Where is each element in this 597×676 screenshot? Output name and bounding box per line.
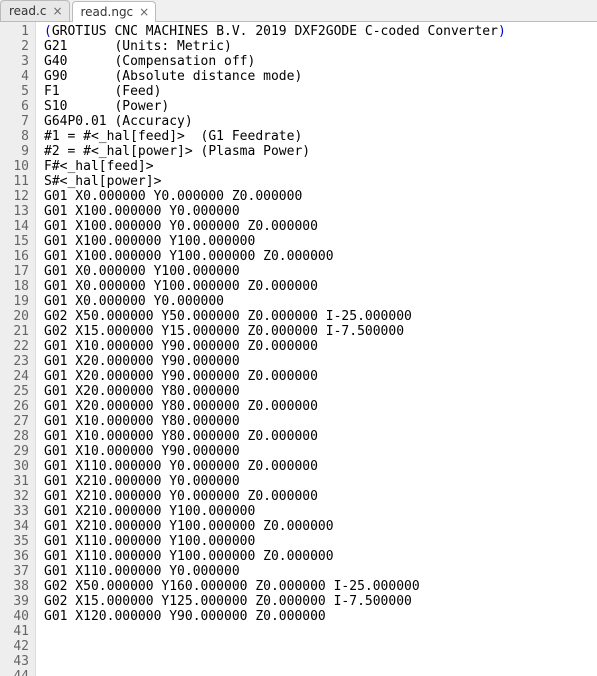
code-line: G01 X210.000000 Y100.000000 Z0.000000 (44, 519, 506, 534)
tab-bar: read.c × read.ngc × (0, 0, 597, 22)
tab-label: read.c (9, 4, 46, 18)
code-line: G01 X120.000000 Y90.000000 Z0.000000 (44, 609, 506, 624)
code-line: G02 X50.000000 Y160.000000 Z0.000000 I-2… (44, 579, 506, 594)
tab-label: read.ngc (81, 5, 134, 19)
code-line: G21 (Units: Metric) (44, 39, 506, 54)
code-line: G01 X20.000000 Y80.000000 Z0.000000 (44, 399, 506, 414)
code-line: G01 X100.000000 Y0.000000 Z0.000000 (44, 219, 506, 234)
code-line: G40 (Compensation off) (44, 54, 506, 69)
code-line: G90 (Absolute distance mode) (44, 69, 506, 84)
code-line: G01 X10.000000 Y80.000000 Z0.000000 (44, 429, 506, 444)
code-line: G01 X100.000000 Y100.000000 Z0.000000 (44, 249, 506, 264)
code-line: G01 X0.000000 Y100.000000 (44, 264, 506, 279)
code-line: G01 X20.000000 Y90.000000 (44, 354, 506, 369)
code-line: G01 X10.000000 Y80.000000 (44, 414, 506, 429)
code-line: #1 = #<_hal[feed]> (G1 Feedrate) (44, 129, 506, 144)
close-icon[interactable]: × (52, 5, 62, 17)
code-line: G01 X100.000000 Y0.000000 (44, 204, 506, 219)
code-line: G01 X0.000000 Y0.000000 Z0.000000 (44, 189, 506, 204)
code-line: G01 X210.000000 Y0.000000 Z0.000000 (44, 489, 506, 504)
close-icon[interactable]: × (139, 6, 149, 18)
code-line: G01 X20.000000 Y90.000000 Z0.000000 (44, 369, 506, 384)
code-line: G02 X15.000000 Y15.000000 Z0.000000 I-7.… (44, 324, 506, 339)
code-line: G01 X210.000000 Y0.000000 (44, 474, 506, 489)
code-line: G02 X50.000000 Y50.000000 Z0.000000 I-25… (44, 309, 506, 324)
code-line: S#<_hal[power]> (44, 174, 506, 189)
tab-read-ngc[interactable]: read.ngc × (72, 1, 157, 22)
code-line: G01 X20.000000 Y80.000000 (44, 384, 506, 399)
code-line: G01 X100.000000 Y100.000000 (44, 234, 506, 249)
tab-read-c[interactable]: read.c × (0, 0, 70, 21)
line-number-gutter: 1 2 3 4 5 6 7 8 9 10 11 12 13 14 15 16 1… (0, 22, 36, 676)
code-line: F#<_hal[feed]> (44, 159, 506, 174)
code-line: #2 = #<_hal[power]> (Plasma Power) (44, 144, 506, 159)
code-line: G01 X110.000000 Y100.000000 (44, 534, 506, 549)
code-line: S10 (Power) (44, 99, 506, 114)
code-line: G01 X110.000000 Y0.000000 Z0.000000 (44, 459, 506, 474)
code-line: G01 X10.000000 Y90.000000 (44, 444, 506, 459)
code-line: G01 X210.000000 Y100.000000 (44, 504, 506, 519)
code-line: G01 X0.000000 Y100.000000 Z0.000000 (44, 279, 506, 294)
code-line: G64P0.01 (Accuracy) (44, 114, 506, 129)
code-line: G02 X15.000000 Y125.000000 Z0.000000 I-7… (44, 594, 506, 609)
code-line: F1 (Feed) (44, 84, 506, 99)
code-line: (GROTIUS CNC MACHINES B.V. 2019 DXF2GODE… (44, 24, 506, 39)
code-editor[interactable]: 1 2 3 4 5 6 7 8 9 10 11 12 13 14 15 16 1… (0, 22, 597, 676)
code-line: G01 X110.000000 Y0.000000 (44, 564, 506, 579)
code-area[interactable]: (GROTIUS CNC MACHINES B.V. 2019 DXF2GODE… (36, 22, 506, 676)
code-line: G01 X0.000000 Y0.000000 (44, 294, 506, 309)
code-line: G01 X110.000000 Y100.000000 Z0.000000 (44, 549, 506, 564)
code-line: G01 X10.000000 Y90.000000 Z0.000000 (44, 339, 506, 354)
